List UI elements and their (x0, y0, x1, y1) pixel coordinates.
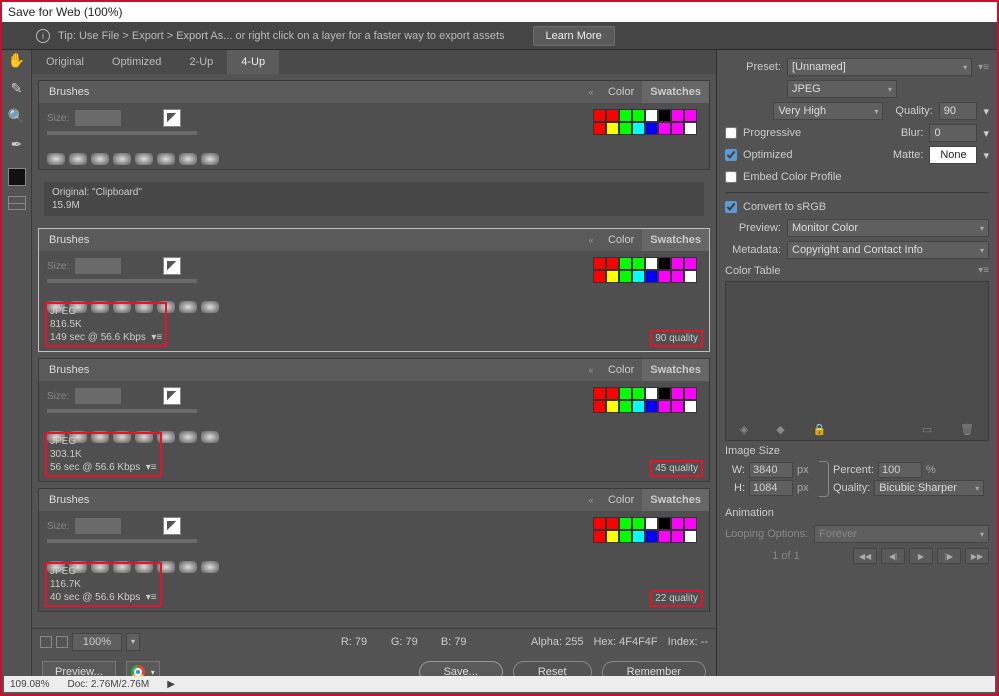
edit-brush-icon (163, 109, 181, 127)
swatches-panel-label: Swatches (642, 229, 709, 251)
size-slider (47, 131, 197, 135)
anim-play-icon: ▶ (909, 548, 933, 564)
link-dimensions-icon[interactable] (819, 461, 829, 497)
ct-tool-icon[interactable]: ◆ (776, 423, 784, 436)
tab-2up[interactable]: 2-Up (175, 50, 227, 74)
tab-original[interactable]: Original (32, 50, 98, 74)
brushes-panel-title: Brushes (39, 234, 99, 246)
preview-select[interactable]: Monitor Color▾ (787, 219, 989, 237)
pane2-quality-badge: 45 quality (650, 460, 703, 477)
pane2-stats: JPEG303.1K56 sec @ 56.6 Kbps ▾≡ (45, 432, 162, 477)
blur-field[interactable]: 0 (929, 124, 977, 142)
preview-pane-2[interactable]: Brushes « Color Swatches Size: JPEG303.1 (38, 358, 710, 482)
status-bar: 109.08% Doc: 2.76M/2.76M ▶ (4, 676, 995, 692)
height-field[interactable]: 1084 (749, 480, 793, 496)
swatches-grid (593, 109, 701, 135)
anim-last-icon: ▶▶ (965, 548, 989, 564)
tool-strip: ✋ ✎ 🔍 ✒ (2, 50, 32, 690)
learn-more-button[interactable]: Learn More (533, 26, 615, 46)
zoom-select[interactable]: 100% (72, 633, 122, 651)
original-info: Original: "Clipboard" 15.9M (44, 182, 704, 216)
progressive-checkbox[interactable] (725, 127, 737, 139)
matte-select[interactable]: None (929, 146, 977, 164)
ct-tool-icon[interactable]: 🔒 (813, 423, 827, 436)
edit-brush-icon (163, 517, 181, 535)
anim-prev-icon: ◀| (881, 548, 905, 564)
frame-indicator: 1 of 1 (725, 550, 847, 562)
status-zoom: 109.08% (10, 679, 49, 690)
ct-trash-icon[interactable]: 🗑 (960, 423, 974, 436)
percent-field[interactable]: 100 (878, 462, 922, 478)
color-table-flyout-icon[interactable]: ▾≡ (978, 265, 989, 277)
color-panel-label: Color (600, 229, 642, 251)
color-table-title: Color Table (725, 265, 780, 277)
view-tabs: Original Optimized 2-Up 4-Up (32, 50, 716, 74)
readout-bar: 100% ▾ R: 79 G: 79 B: 79 Alpha: 255 Hex:… (32, 628, 716, 654)
preset-select[interactable]: [Unnamed]▾ (787, 58, 972, 76)
sample-color-swatch[interactable] (8, 168, 26, 186)
format-select[interactable]: JPEG▾ (787, 80, 897, 98)
tip-text: Tip: Use File > Export > Export As... or… (58, 30, 505, 42)
pane1-quality-badge: 90 quality (650, 330, 703, 347)
collapse-icon[interactable]: « (582, 87, 600, 97)
size-field (75, 110, 121, 126)
preset-flyout-icon[interactable]: ▾≡ (978, 62, 989, 73)
optimized-checkbox[interactable] (725, 149, 737, 161)
toggle-slices-icon[interactable] (8, 196, 26, 210)
checkbox-a[interactable] (40, 636, 52, 648)
edit-brush-icon (163, 387, 181, 405)
window-title: Save for Web (100%) (2, 2, 997, 22)
brushes-panel-title: Brushes (39, 86, 99, 98)
pane3-stats: JPEG116.7K40 sec @ 56.6 Kbps ▾≡ (45, 562, 162, 607)
zoom-tool-icon[interactable]: 🔍 (7, 106, 27, 126)
zoom-chevron-icon[interactable]: ▾ (126, 633, 140, 651)
blur-label: Blur: (901, 127, 924, 139)
preset-label: Preset: (725, 61, 781, 73)
anim-first-icon: ◀◀ (853, 548, 877, 564)
matte-label: Matte: (893, 149, 924, 161)
embed-profile-checkbox[interactable] (725, 171, 737, 183)
color-panel-label: Color (600, 81, 642, 103)
quality-label: Quality: (895, 105, 932, 117)
anim-next-icon: |▶ (937, 548, 961, 564)
hand-tool-icon[interactable]: ✋ (7, 50, 27, 70)
tab-optimized[interactable]: Optimized (98, 50, 176, 74)
preview-pane-original[interactable]: Brushes « Color Swatches Size: (38, 80, 710, 170)
checkbox-b[interactable] (56, 636, 68, 648)
tab-4up[interactable]: 4-Up (227, 50, 279, 74)
preview-pane-1[interactable]: Brushes « Color Swatches Size: JPEG816.5 (38, 228, 710, 352)
tip-bar: i Tip: Use File > Export > Export As... … (2, 22, 997, 50)
animation-title: Animation (725, 507, 774, 519)
image-size-title: Image Size (725, 445, 780, 457)
convert-srgb-checkbox[interactable] (725, 201, 737, 213)
quality-preset-select[interactable]: Very High▾ (773, 102, 883, 120)
pane1-stats: JPEG816.5K149 sec @ 56.6 Kbps ▾≡ (45, 302, 167, 347)
edit-brush-icon (163, 257, 181, 275)
looping-select: Forever▾ (814, 525, 989, 543)
width-field[interactable]: 3840 (749, 462, 793, 478)
preview-pane-3[interactable]: Brushes « Color Swatches Size: JPEG116.7 (38, 488, 710, 612)
color-table: ◈ ◆ 🔒 ▭ 🗑 (725, 281, 989, 441)
resample-select[interactable]: Bicubic Sharper▾ (874, 480, 984, 496)
pane3-quality-badge: 22 quality (650, 590, 703, 607)
eyedropper-tool-icon[interactable]: ✒ (7, 134, 27, 154)
ct-tool-icon[interactable]: ◈ (740, 423, 748, 436)
quality-field[interactable]: 90 (939, 102, 978, 120)
swatches-panel-label: Swatches (642, 81, 709, 103)
size-label: Size: (47, 113, 69, 124)
settings-panel: Preset: [Unnamed]▾ ▾≡ JPEG▾ Very High▾ Q… (717, 50, 997, 690)
ct-new-icon[interactable]: ▭ (922, 423, 932, 436)
collapse-icon[interactable]: « (582, 235, 600, 245)
metadata-select[interactable]: Copyright and Contact Info▾ (787, 241, 989, 259)
slice-tool-icon[interactable]: ✎ (7, 78, 27, 98)
info-icon: i (36, 29, 50, 43)
